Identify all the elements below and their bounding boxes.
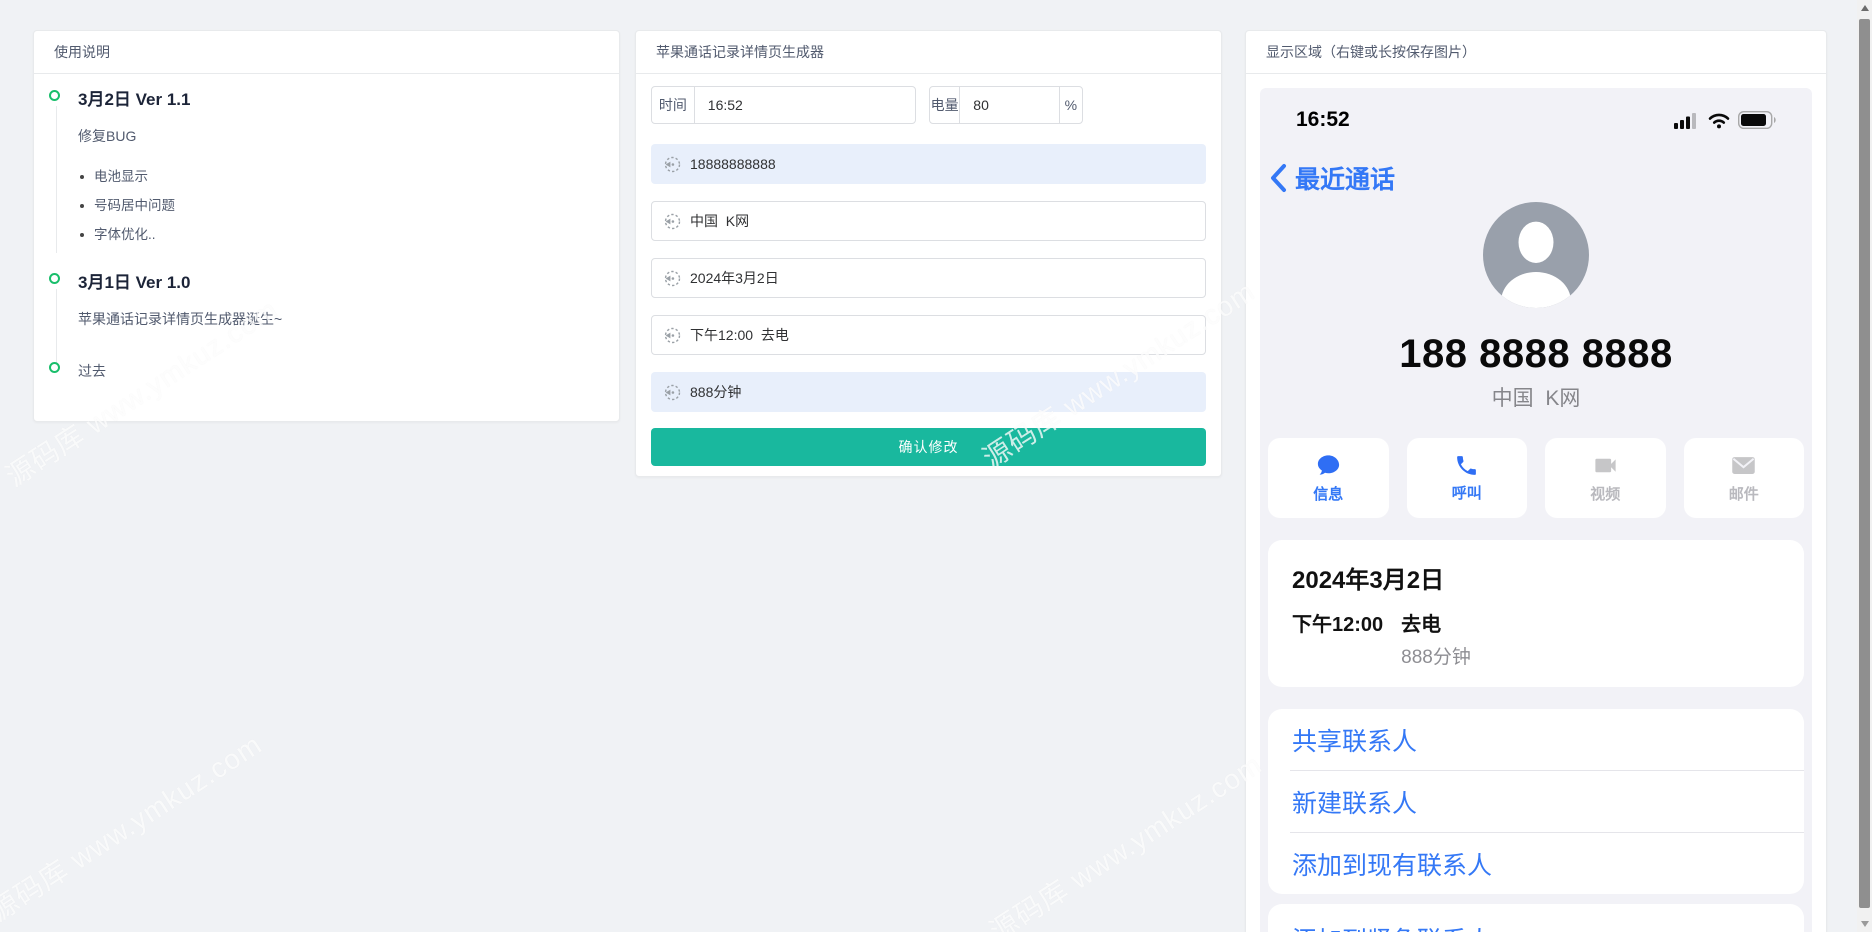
signal-icon (1674, 112, 1700, 129)
timeline-item-past: 过去 (54, 359, 599, 383)
action-label: 邮件 (1729, 483, 1759, 504)
refresh-left-icon (664, 327, 681, 344)
time-battery-row: 时间 电量 % (651, 86, 1206, 124)
duration-field[interactable] (651, 372, 1206, 412)
phone-number-field[interactable] (651, 144, 1206, 184)
battery-label: 电量 (930, 87, 960, 123)
timeline-content: 修复BUG (78, 126, 599, 146)
date-input[interactable] (690, 270, 1193, 286)
chevron-left-icon (1268, 163, 1288, 193)
usage-notes-title: 使用说明 (34, 31, 619, 74)
scrollbar-thumb[interactable] (1859, 19, 1870, 908)
date-field[interactable] (651, 258, 1206, 298)
battery-input[interactable] (960, 87, 1058, 123)
contact-links-card: 共享联系人 新建联系人 添加到现有联系人 (1268, 709, 1804, 894)
battery-icon (1738, 111, 1778, 129)
video-icon (1592, 452, 1619, 479)
triangle-up-icon (1861, 5, 1869, 11)
add-emergency-contact-link[interactable]: 添加到紧急联系人 (1292, 921, 1780, 932)
timeline-node-icon (49, 273, 60, 284)
calltime-input[interactable] (690, 327, 1193, 343)
share-contact-link[interactable]: 共享联系人 (1268, 709, 1804, 770)
timeline-tail (56, 289, 57, 363)
timeline-bullet: 电池显示 (78, 162, 599, 191)
page: 使用说明 3月2日 Ver 1.1 修复BUG 电池显示 号码居中问题 字体优化… (0, 0, 1872, 932)
generator-panel: 苹果通话记录详情页生成器 时间 电量 % (635, 30, 1222, 477)
status-bar: 16:52 (1260, 88, 1812, 132)
status-time: 16:52 (1296, 108, 1350, 132)
scrollbar-up-arrow[interactable] (1857, 0, 1872, 16)
preview-panel: 显示区域（右键或长按保存图片） 16:52 最近通话 188 8888 8888… (1245, 30, 1827, 932)
call-record-duration: 888分钟 (1401, 642, 1780, 669)
call-record-card: 2024年3月2日 下午12:00 去电 888分钟 (1268, 540, 1804, 687)
battery-unit-label: % (1059, 87, 1082, 123)
contact-carrier: 中国 K网 (1260, 382, 1812, 412)
carrier-input[interactable] (690, 213, 1193, 229)
refresh-left-icon (664, 270, 681, 287)
timeline-bullet: 号码居中问题 (78, 191, 599, 220)
usage-notes-panel: 使用说明 3月2日 Ver 1.1 修复BUG 电池显示 号码居中问题 字体优化… (33, 30, 620, 422)
status-icons (1674, 111, 1778, 129)
scrollbar-down-arrow[interactable] (1857, 916, 1872, 932)
refresh-left-icon (664, 384, 681, 401)
avatar (1483, 202, 1589, 308)
call-record-type: 去电 (1401, 608, 1780, 637)
browser-scrollbar[interactable] (1857, 0, 1872, 932)
watermark: 源码库 www.ymkuz.com (0, 723, 269, 929)
triangle-down-icon (1861, 921, 1869, 927)
contact-phone-number: 188 8888 8888 (1260, 332, 1812, 376)
wifi-icon (1707, 112, 1731, 129)
action-label: 视频 (1590, 483, 1620, 504)
time-input-group: 时间 (651, 86, 916, 124)
action-buttons-row: 信息 呼叫 视频 邮件 (1268, 438, 1804, 518)
preview-title: 显示区域（右键或长按保存图片） (1246, 31, 1826, 74)
timeline-bullet: 字体优化.. (78, 220, 599, 249)
battery-input-group: 电量 % (929, 86, 1083, 124)
call-button[interactable]: 呼叫 (1407, 438, 1528, 518)
mail-button: 邮件 (1684, 438, 1805, 518)
phone-number-input[interactable] (690, 156, 1193, 172)
timeline: 3月2日 Ver 1.1 修复BUG 电池显示 号码居中问题 字体优化.. 3月… (34, 74, 619, 383)
confirm-button[interactable]: 确认修改 (651, 428, 1206, 466)
timeline-tail (56, 106, 57, 253)
timeline-content: 苹果通话记录详情页生成器诞生~ (78, 309, 599, 329)
watermark: 源码库 www.ymkuz.com (981, 743, 1269, 932)
message-button[interactable]: 信息 (1268, 438, 1389, 518)
back-button[interactable]: 最近通话 (1260, 160, 1812, 196)
add-to-existing-contact-link[interactable]: 添加到现有联系人 (1268, 833, 1804, 894)
time-label: 时间 (652, 87, 695, 123)
video-button: 视频 (1545, 438, 1666, 518)
calltime-field[interactable] (651, 315, 1206, 355)
timeline-node-icon (49, 362, 60, 373)
action-label: 信息 (1313, 483, 1343, 504)
carrier-field[interactable] (651, 201, 1206, 241)
phone-preview: 16:52 最近通话 188 8888 8888 中国 K网 信息 (1260, 88, 1812, 932)
timeline-item-v1-1: 3月2日 Ver 1.1 修复BUG 电池显示 号码居中问题 字体优化.. (54, 88, 599, 249)
timeline-item-v1-0: 3月1日 Ver 1.0 苹果通话记录详情页生成器诞生~ (54, 271, 599, 359)
refresh-left-icon (664, 213, 681, 230)
timeline-title: 3月1日 Ver 1.0 (78, 271, 599, 295)
generator-title: 苹果通话记录详情页生成器 (636, 31, 1221, 74)
mail-icon (1730, 452, 1757, 479)
call-record-detail: 下午12:00 去电 888分钟 (1292, 608, 1780, 669)
duration-input[interactable] (690, 384, 1193, 400)
timeline-bullet-list: 电池显示 号码居中问题 字体优化.. (78, 162, 599, 249)
refresh-left-icon (664, 156, 681, 173)
timeline-title: 3月2日 Ver 1.1 (78, 88, 599, 112)
time-input[interactable] (695, 87, 915, 123)
emergency-contact-card: 添加到紧急联系人 (1268, 904, 1804, 932)
timeline-title: 过去 (78, 359, 599, 383)
call-record-date: 2024年3月2日 (1292, 560, 1780, 595)
person-icon (1483, 202, 1589, 308)
timeline-node-icon (49, 90, 60, 101)
new-contact-link[interactable]: 新建联系人 (1268, 771, 1804, 832)
back-label: 最近通话 (1295, 160, 1395, 196)
phone-icon (1454, 453, 1479, 478)
action-label: 呼叫 (1452, 482, 1482, 503)
generator-form: 时间 电量 % (636, 74, 1221, 466)
call-record-time: 下午12:00 (1292, 608, 1383, 637)
message-icon (1315, 452, 1342, 479)
